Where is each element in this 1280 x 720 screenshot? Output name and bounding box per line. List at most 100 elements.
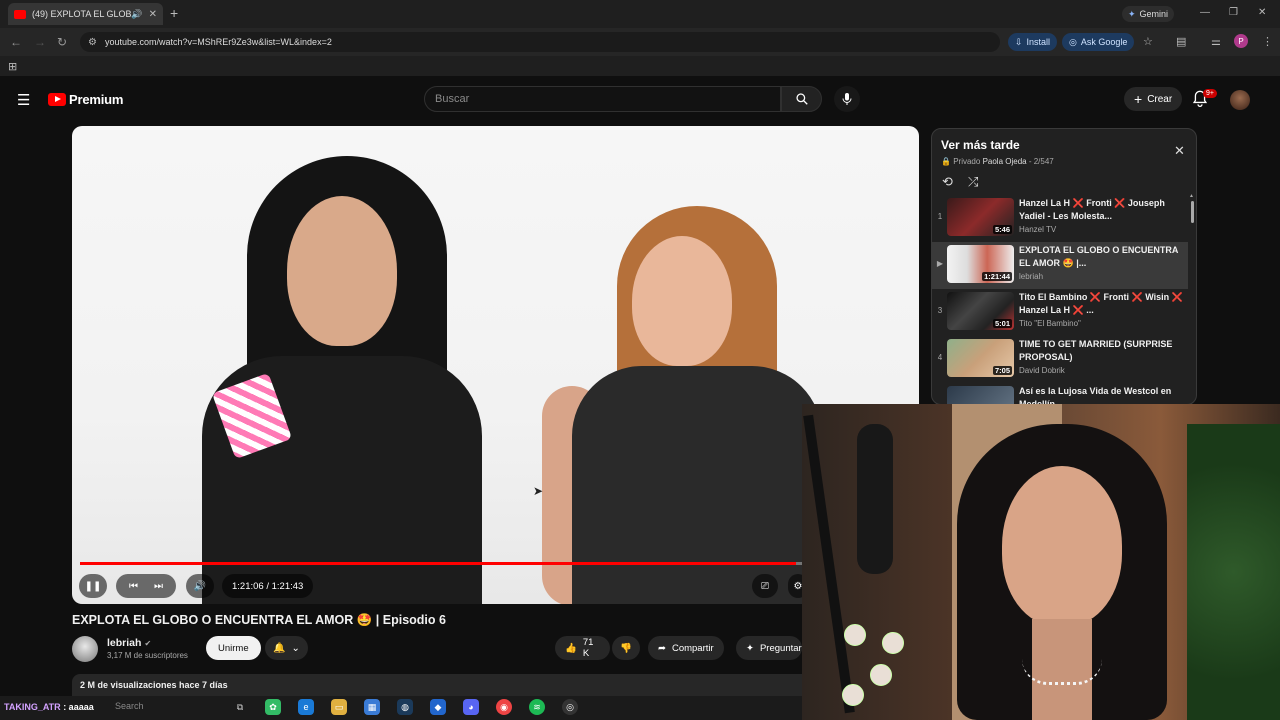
url-text: youtube.com/watch?v=MShREr9Ze3w&list=WL&… — [104, 37, 332, 47]
playlist-item-thumbnail: 5:01 — [947, 292, 1014, 330]
search-icon — [795, 93, 808, 105]
profile-avatar[interactable]: P — [1234, 34, 1248, 48]
webcam-christmas-tree — [1187, 424, 1280, 720]
ask-button[interactable]: ✦ Preguntar — [736, 636, 802, 660]
views-and-date: 2 M de visualizaciones hace 7 días — [80, 680, 228, 690]
chevron-down-icon: ⌄ — [291, 642, 300, 654]
gemini-label: Gemini — [1139, 9, 1169, 19]
youtube-premium-brand[interactable]: Premium — [69, 92, 123, 107]
playlist-item[interactable]: 3 5:01 Tito El Bambino ❌ Fronti ❌ Wisin … — [932, 289, 1188, 336]
subscription-bell-button[interactable]: 🔔 ⌄ — [265, 636, 308, 660]
playlist-item-channel: Hanzel TV — [1019, 225, 1057, 234]
discord-icon[interactable]: ◕ — [463, 699, 479, 715]
volume-button[interactable]: 🔊 — [186, 574, 214, 598]
taskbar-search[interactable]: Search — [115, 701, 144, 711]
playlist-meta: 🔒 Privado Paola Ojeda - 2/547 — [941, 157, 1054, 166]
minimize-icon[interactable]: — — [1200, 7, 1210, 18]
site-info-icon[interactable]: ⚙ — [88, 37, 97, 48]
share-button[interactable]: ➦ Compartir — [648, 636, 724, 660]
channel-name[interactable]: lebriah — [107, 637, 141, 649]
bookmark-star-icon[interactable]: ☆ — [1143, 35, 1153, 48]
playlist-scrollbar[interactable] — [1191, 201, 1194, 223]
search-box — [424, 86, 781, 112]
playlist-separator: - — [1028, 157, 1032, 166]
playlist-item-title: Hanzel La H ❌ Fronti ❌ Jouseph Yadiel - … — [1019, 198, 1165, 221]
reload-icon[interactable]: ↻ — [57, 35, 67, 49]
browser-menu-icon[interactable]: ⋮ — [1262, 35, 1273, 48]
subtitles-button[interactable]: ⎚ — [752, 574, 778, 598]
gemini-sparkle-icon: ✦ — [1128, 8, 1136, 19]
app-icon[interactable]: ◆ — [430, 699, 446, 715]
url-bar[interactable]: ⚙ youtube.com/watch?v=MShREr9Ze3w&list=W… — [80, 32, 1000, 52]
playlist-item-duration: 7:05 — [992, 366, 1012, 375]
install-button[interactable]: ⇩ Install — [1008, 33, 1058, 51]
share-icon: ➦ — [658, 642, 666, 654]
create-button[interactable]: + Crear — [1124, 87, 1183, 111]
chat-overlay-message: TAKING_ATR : aaaaa — [4, 702, 94, 712]
playlist-owner[interactable]: Paola Ojeda — [983, 157, 1027, 166]
file-explorer-icon[interactable]: ▭ — [331, 699, 347, 715]
prev-next-group: ⏮ ⏭ — [116, 574, 176, 598]
shuffle-icon[interactable]: ⤮ — [968, 174, 978, 190]
search-input[interactable] — [425, 87, 780, 111]
like-button[interactable]: 👍 71 K — [555, 636, 610, 660]
voice-search-button[interactable] — [834, 86, 860, 112]
task-view-icon[interactable]: ⧉ — [232, 699, 248, 715]
gemini-button[interactable]: ✦ Gemini — [1122, 6, 1175, 22]
back-icon[interactable]: ← — [10, 35, 22, 49]
playlist-item-index: 1 — [937, 212, 943, 221]
install-icon: ⇩ — [1015, 36, 1023, 47]
loop-icon[interactable]: ⟲ — [942, 174, 953, 190]
dislike-button[interactable]: 👎 — [612, 636, 640, 660]
steam-icon[interactable]: ◍ — [397, 699, 413, 715]
playlist-close-icon[interactable]: ✕ — [1174, 143, 1185, 159]
playlist-privacy: Privado — [953, 157, 981, 166]
next-icon[interactable]: ⏭ — [154, 581, 163, 592]
progress-bar[interactable] — [80, 562, 802, 565]
edge-icon[interactable]: e — [298, 699, 314, 715]
plus-icon: + — [1134, 91, 1143, 107]
extensions-icon[interactable]: ⚌ — [1211, 35, 1221, 48]
playlist-panel: Ver más tarde 🔒 Privado Paola Ojeda - 2/… — [931, 128, 1197, 405]
previous-icon[interactable]: ⏮ — [129, 581, 138, 592]
youtube-logo-icon[interactable] — [48, 93, 66, 106]
spotify-icon[interactable]: ≋ — [529, 699, 545, 715]
thumbs-down-icon: 👎 — [620, 642, 632, 654]
channel-avatar[interactable] — [72, 636, 98, 662]
join-button[interactable]: Unirme — [206, 636, 261, 660]
playlist-item-title: Tito El Bambino ❌ Fronti ❌ Wisin ❌ Hanze… — [1019, 292, 1183, 315]
playlist-item-current[interactable]: ▶ 1:21:44 EXPLOTA EL GLOBO O ENCUENTRA E… — [932, 242, 1188, 289]
apps-grid-icon[interactable]: ⊞ — [8, 60, 17, 73]
scroll-up-icon[interactable]: ▲ — [1189, 193, 1194, 199]
lens-icon: ◎ — [1069, 36, 1077, 47]
browser-tab[interactable]: (49) EXPLOTA EL GLOBO O 🔊 ✕ — [8, 3, 163, 25]
video-frame-face-left — [287, 196, 397, 346]
new-tab-button[interactable]: + — [170, 5, 178, 21]
playlist-item[interactable]: 1 5:46 Hanzel La H ❌ Fronti ❌ Jouseph Ya… — [932, 195, 1188, 242]
copilot-icon[interactable]: ✿ — [265, 699, 281, 715]
obs-icon[interactable]: ◎ — [562, 699, 578, 715]
now-playing-icon: ▶ — [936, 259, 944, 268]
install-label: Install — [1026, 37, 1051, 47]
window-close-icon[interactable]: ✕ — [1258, 7, 1266, 18]
ask-google-button[interactable]: ◎ Ask Google — [1062, 33, 1135, 51]
search-button[interactable] — [781, 86, 822, 112]
playlist-item[interactable]: Así es la Lujosa Vida de Westcol en Mede… — [932, 383, 1188, 404]
playlist-item[interactable]: 4 7:05 TIME TO GET MARRIED (SURPRISE PRO… — [932, 336, 1188, 383]
playlist-title[interactable]: Ver más tarde — [941, 138, 1020, 152]
tab-close-icon[interactable]: ✕ — [149, 9, 157, 20]
webcam-ornament — [882, 632, 904, 654]
forward-icon[interactable]: → — [34, 35, 46, 49]
restore-icon[interactable]: ❐ — [1229, 7, 1238, 18]
pause-button[interactable]: ❚❚ — [79, 574, 107, 598]
chrome-icon[interactable]: ◉ — [496, 699, 512, 715]
account-avatar[interactable] — [1230, 90, 1250, 110]
webcam-streamer-face — [1002, 466, 1122, 626]
side-panel-icon[interactable]: ▤ — [1176, 35, 1186, 48]
store-icon[interactable]: ▦ — [364, 699, 380, 715]
video-player[interactable]: ➤ ❚❚ ⏮ ⏭ 🔊 1:21:06 / 1:21:43 ⎚ ⚙ — [72, 126, 919, 604]
share-label: Compartir — [671, 642, 714, 654]
hamburger-menu-icon[interactable]: ☰ — [17, 91, 30, 109]
channel-name-row[interactable]: lebriah ✔ — [107, 637, 151, 649]
time-display: 1:21:06 / 1:21:43 — [222, 574, 314, 598]
